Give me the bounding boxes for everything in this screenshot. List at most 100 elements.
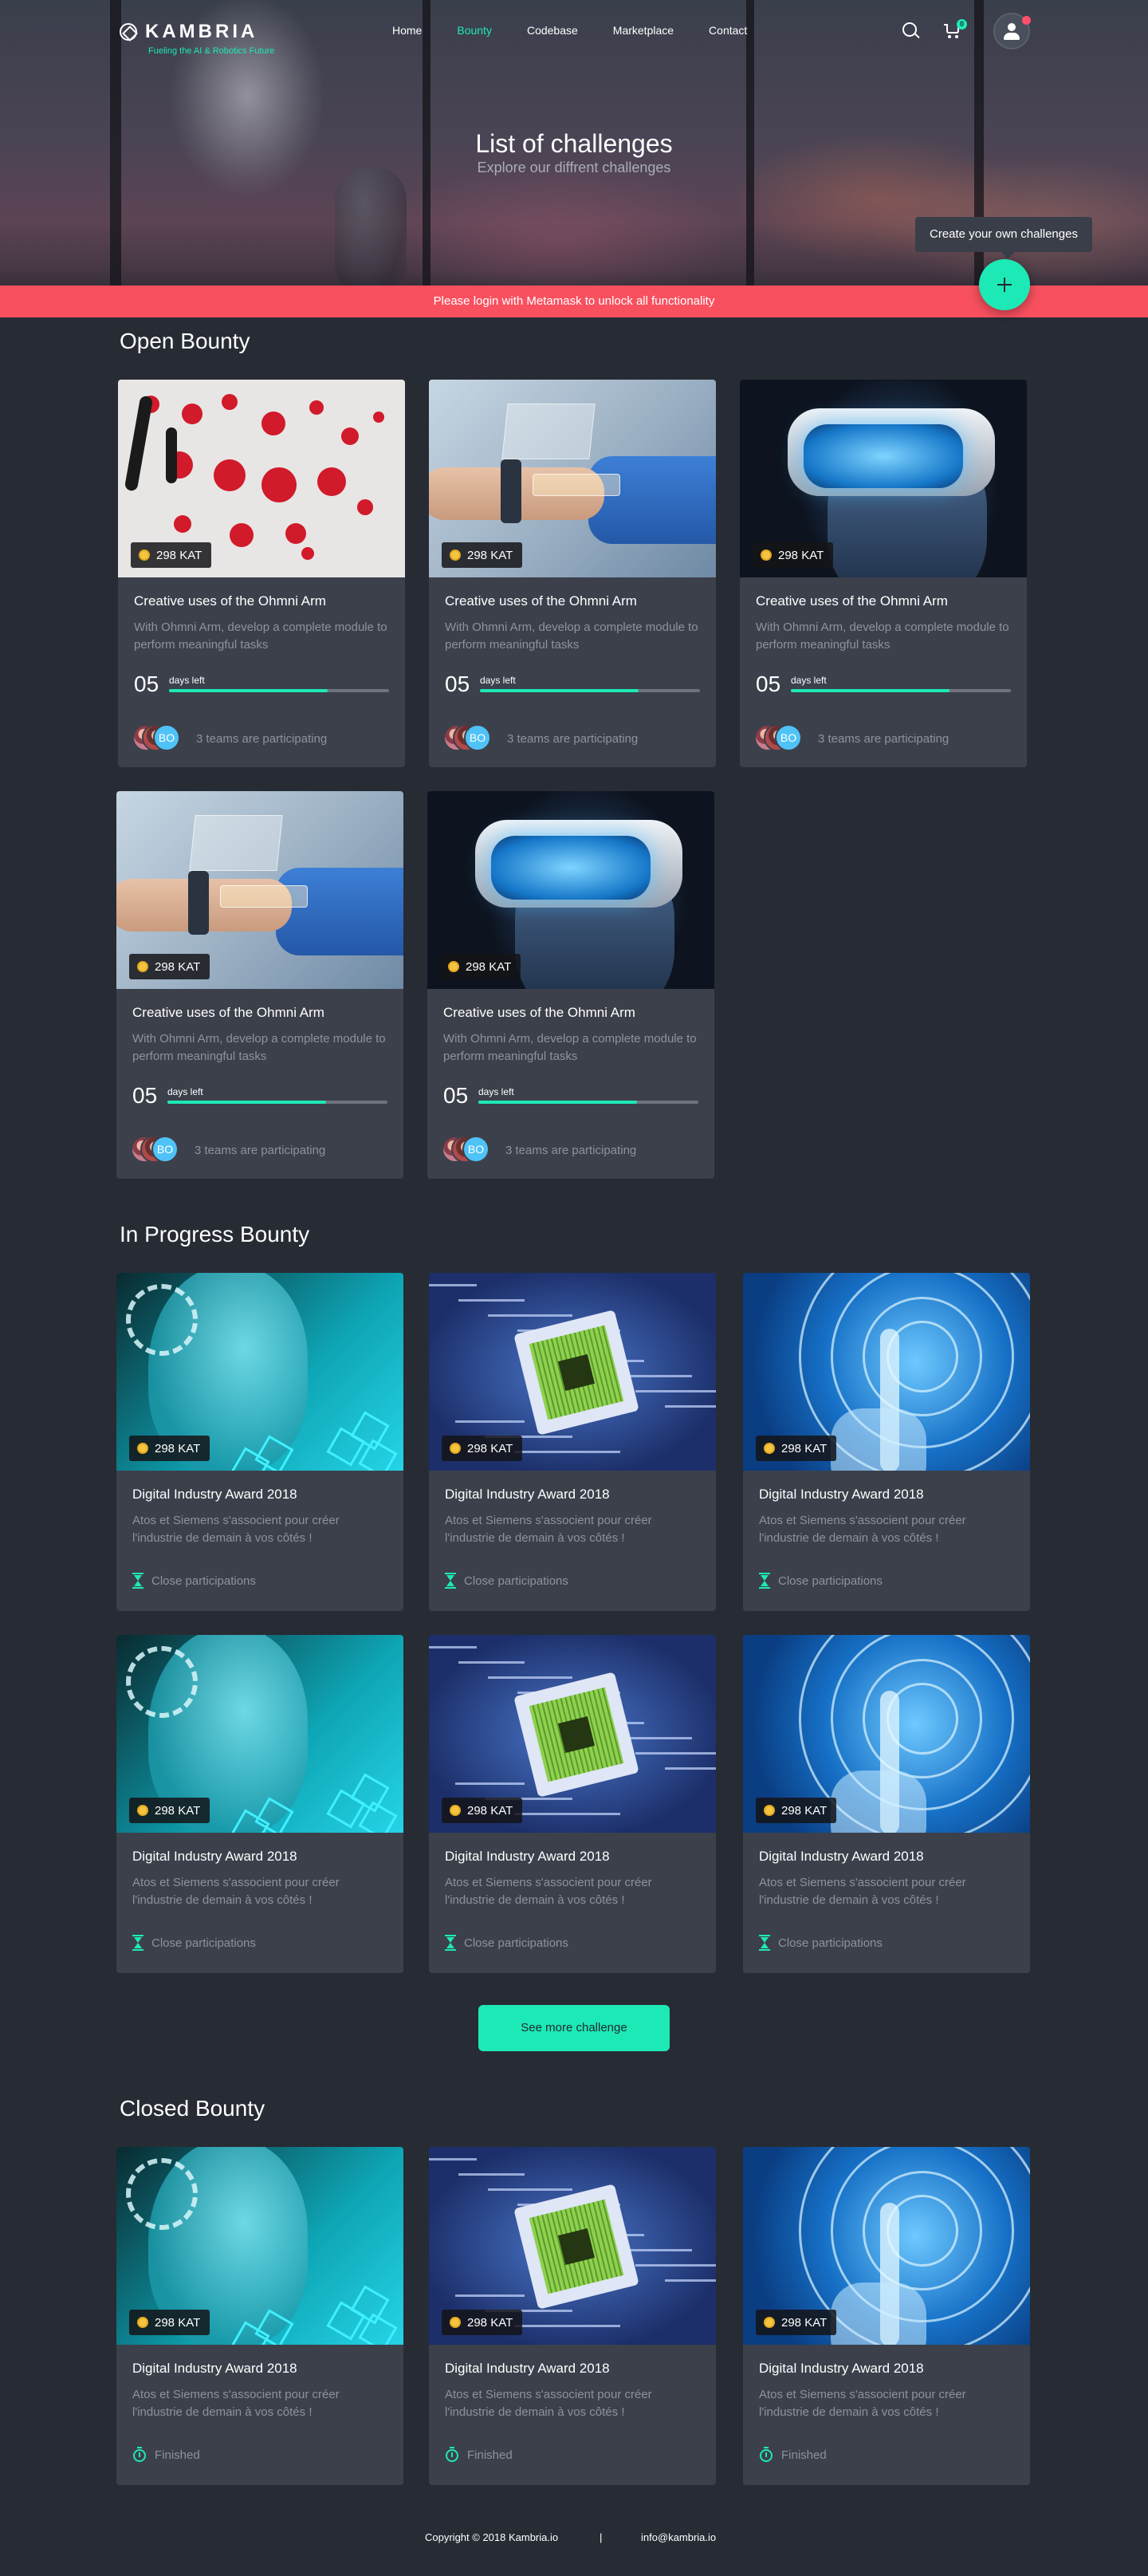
card-description: With Ohmni Arm, develop a complete modul… (443, 1032, 697, 1063)
card-status: Close participations (759, 1935, 883, 1951)
team-avatars[interactable]: BO (443, 724, 494, 753)
price-label: 298 KAT (467, 2315, 513, 2330)
hourglass-icon (445, 1573, 456, 1589)
challenge-card[interactable]: 298 KAT Digital Industry Award 2018 Atos… (429, 1273, 716, 1611)
card-description: Atos et Siemens s'associent pour créer l… (445, 1876, 652, 1907)
price-tag: 298 KAT (753, 542, 834, 568)
card-image: 298 KAT (118, 380, 405, 577)
price-label: 298 KAT (155, 1803, 201, 1818)
price-tag: 298 KAT (442, 1798, 523, 1823)
challenge-card[interactable]: 298 KAT Digital Industry Award 2018 Atos… (429, 2147, 716, 2485)
card-title[interactable]: Creative uses of the Ohmni Arm (443, 1005, 635, 1021)
card-description: Atos et Siemens s'associent pour créer l… (132, 1514, 340, 1545)
card-title[interactable]: Digital Industry Award 2018 (445, 1487, 610, 1503)
team-avatars[interactable]: BO (132, 724, 183, 753)
card-title[interactable]: Digital Industry Award 2018 (759, 1849, 924, 1865)
add-challenge-button[interactable] (979, 259, 1030, 310)
card-image: 298 KAT (740, 380, 1027, 577)
challenge-card[interactable]: 298 KAT Digital Industry Award 2018 Atos… (743, 1273, 1030, 1611)
card-title[interactable]: Digital Industry Award 2018 (132, 1849, 297, 1865)
card-status: Close participations (132, 1573, 256, 1589)
card-title[interactable]: Digital Industry Award 2018 (445, 2361, 610, 2377)
status-label: Close participations (464, 1936, 568, 1950)
price-label: 298 KAT (781, 1803, 828, 1818)
card-title[interactable]: Digital Industry Award 2018 (759, 1487, 924, 1503)
hourglass-icon (445, 1935, 456, 1951)
teams-participating: 3 teams are participating (507, 732, 639, 746)
card-title[interactable]: Creative uses of the Ohmni Arm (756, 593, 948, 609)
days-left-label: days left (478, 1086, 514, 1097)
card-title[interactable]: Creative uses of the Ohmni Arm (132, 1005, 324, 1021)
card-description: With Ohmni Arm, develop a complete modul… (756, 620, 1009, 652)
team-avatars[interactable]: BO (442, 1136, 493, 1164)
card-status: Close participations (445, 1573, 568, 1589)
card-title[interactable]: Digital Industry Award 2018 (445, 1849, 610, 1865)
team-avatars[interactable]: BO (754, 724, 805, 753)
hourglass-icon (759, 1573, 770, 1589)
card-title[interactable]: Creative uses of the Ohmni Arm (445, 593, 637, 609)
challenge-card[interactable]: 298 KAT Digital Industry Award 2018 Atos… (116, 1273, 403, 1611)
price-label: 298 KAT (467, 548, 513, 562)
price-tag: 298 KAT (756, 1436, 837, 1461)
card-image: 298 KAT (116, 2147, 403, 2345)
coin-icon (137, 1805, 148, 1816)
coin-icon (764, 1805, 775, 1816)
challenge-card[interactable]: 298 KAT Creative uses of the Ohmni Arm W… (116, 791, 403, 1179)
price-label: 298 KAT (155, 2315, 201, 2330)
challenge-card[interactable]: 298 KAT Digital Industry Award 2018 Atos… (116, 1635, 403, 1973)
card-title[interactable]: Digital Industry Award 2018 (759, 2361, 924, 2377)
status-label: Finished (781, 2448, 827, 2462)
price-tag: 298 KAT (442, 542, 523, 568)
card-image: 298 KAT (116, 1273, 403, 1471)
card-image: 298 KAT (427, 791, 714, 989)
days-left-number: 05 (132, 1083, 158, 1108)
card-description: With Ohmni Arm, develop a complete modul… (445, 620, 698, 652)
days-left-number: 05 (134, 672, 159, 696)
price-tag: 298 KAT (129, 2310, 210, 2335)
coin-icon (450, 549, 461, 561)
price-tag: 298 KAT (442, 2310, 523, 2335)
stopwatch-icon (132, 2447, 147, 2463)
card-status: Close participations (445, 1935, 568, 1951)
avatar-initials: BO (775, 724, 802, 751)
coin-icon (448, 961, 459, 972)
challenge-card[interactable]: 298 KAT Digital Industry Award 2018 Atos… (743, 1635, 1030, 1973)
days-left-number: 05 (756, 672, 781, 696)
stopwatch-icon (445, 2447, 459, 2463)
challenge-card[interactable]: 298 KAT Digital Industry Award 2018 Atos… (743, 2147, 1030, 2485)
card-description: Atos et Siemens s'associent pour créer l… (759, 1876, 966, 1907)
days-left-number: 05 (443, 1083, 469, 1108)
coin-icon (450, 1805, 461, 1816)
challenge-card[interactable]: 298 KAT Creative uses of the Ohmni Arm W… (429, 380, 716, 767)
card-status: Finished (759, 2447, 827, 2463)
hourglass-icon (132, 1573, 144, 1589)
days-left-label: days left (167, 1086, 203, 1097)
card-description: With Ohmni Arm, develop a complete modul… (134, 620, 387, 652)
price-label: 298 KAT (778, 548, 824, 562)
days-left-number: 05 (445, 672, 470, 696)
challenge-card[interactable]: 298 KAT Creative uses of the Ohmni Arm W… (740, 380, 1027, 767)
challenge-card[interactable]: 298 KAT Digital Industry Award 2018 Atos… (116, 2147, 403, 2485)
status-label: Close participations (151, 1936, 256, 1950)
card-title[interactable]: Digital Industry Award 2018 (132, 1487, 297, 1503)
challenge-card[interactable]: 298 KAT Creative uses of the Ohmni Arm W… (427, 791, 714, 1179)
teams-participating: 3 teams are participating (196, 732, 328, 746)
card-description: Atos et Siemens s'associent pour créer l… (132, 1876, 340, 1907)
team-avatars[interactable]: BO (131, 1136, 182, 1164)
card-description: Atos et Siemens s'associent pour créer l… (759, 2388, 966, 2419)
coin-icon (137, 1443, 148, 1454)
coin-icon (139, 549, 150, 561)
price-label: 298 KAT (466, 959, 512, 974)
card-description: Atos et Siemens s'associent pour créer l… (445, 2388, 652, 2419)
coin-icon (450, 2317, 461, 2328)
card-title[interactable]: Creative uses of the Ohmni Arm (134, 593, 326, 609)
challenge-card[interactable]: 298 KAT Creative uses of the Ohmni Arm W… (118, 380, 405, 767)
see-more-challenge-button[interactable]: See more challenge (478, 2005, 670, 2051)
challenge-card[interactable]: 298 KAT Digital Industry Award 2018 Atos… (429, 1635, 716, 1973)
footer-email-link[interactable]: info@kambria.io (641, 2531, 716, 2543)
days-progress-bar (478, 1101, 698, 1104)
price-label: 298 KAT (156, 548, 202, 562)
price-label: 298 KAT (467, 1803, 513, 1818)
card-title[interactable]: Digital Industry Award 2018 (132, 2361, 297, 2377)
price-tag: 298 KAT (442, 1436, 523, 1461)
